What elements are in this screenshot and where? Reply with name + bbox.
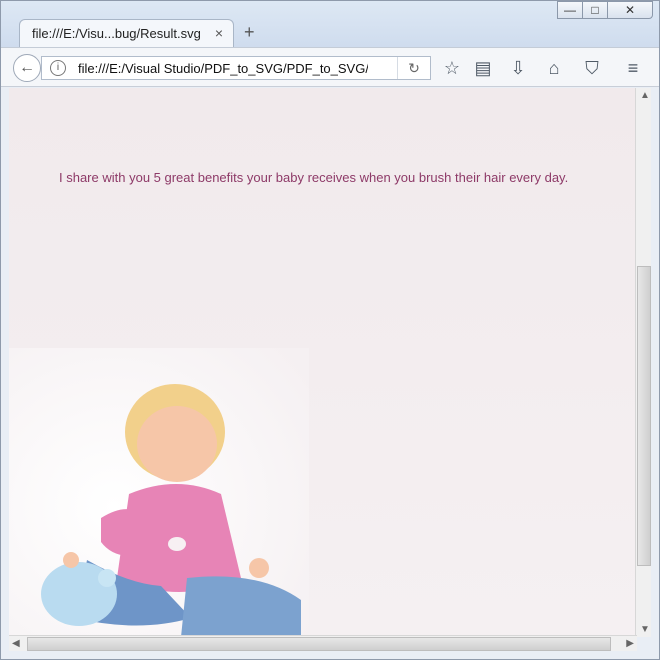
home-icon[interactable]: ⌂ — [543, 57, 565, 79]
scroll-up-icon[interactable]: ▲ — [640, 90, 650, 101]
page-text: I share with you 5 great benefits your b… — [59, 170, 569, 185]
vertical-scroll-thumb[interactable] — [637, 266, 651, 566]
close-tab-icon[interactable]: × — [215, 25, 223, 41]
new-tab-button[interactable]: + — [244, 22, 255, 43]
browser-window: file:///E:/Visu...bug/Result.svg × + — □… — [0, 0, 660, 660]
navigation-bar: ← i file:///E:/Visual Studio/PDF_to_SVG/… — [1, 47, 659, 87]
menu-icon[interactable]: ≡ — [622, 57, 644, 79]
horizontal-scrollbar[interactable]: ◀ ▶ — [9, 635, 637, 651]
horizontal-scroll-thumb[interactable] — [27, 637, 611, 651]
scroll-down-icon[interactable]: ▼ — [640, 624, 650, 635]
window-controls: — □ ✕ — [557, 1, 653, 19]
active-tab[interactable]: file:///E:/Visu...bug/Result.svg × — [19, 19, 234, 47]
close-window-button[interactable]: ✕ — [607, 1, 653, 19]
reader-icon[interactable]: ▤ — [472, 57, 494, 79]
tab-title: file:///E:/Visu...bug/Result.svg — [32, 26, 201, 41]
url-bar[interactable]: i file:///E:/Visual Studio/PDF_to_SVG/PD… — [41, 56, 431, 80]
title-bar: file:///E:/Visu...bug/Result.svg × + — □… — [1, 1, 659, 47]
reload-icon[interactable]: ↻ — [397, 57, 430, 79]
scroll-left-icon[interactable]: ◀ — [12, 638, 20, 649]
download-icon[interactable]: ⇩ — [507, 57, 529, 79]
vertical-scrollbar[interactable]: ▲ ▼ — [635, 88, 651, 637]
minimize-button[interactable]: — — [557, 1, 583, 19]
page-content: I share with you 5 great benefits your b… — [9, 88, 637, 637]
pocket-icon[interactable]: ⛉ — [581, 57, 603, 79]
info-icon[interactable]: i — [50, 60, 66, 76]
url-text[interactable]: file:///E:/Visual Studio/PDF_to_SVG/PDF_… — [78, 61, 368, 76]
back-icon[interactable]: ← — [13, 54, 41, 82]
bookmark-star-icon[interactable]: ☆ — [441, 57, 463, 79]
baby-photo — [9, 348, 309, 637]
scroll-right-icon[interactable]: ▶ — [626, 638, 634, 649]
maximize-button[interactable]: □ — [582, 1, 608, 19]
